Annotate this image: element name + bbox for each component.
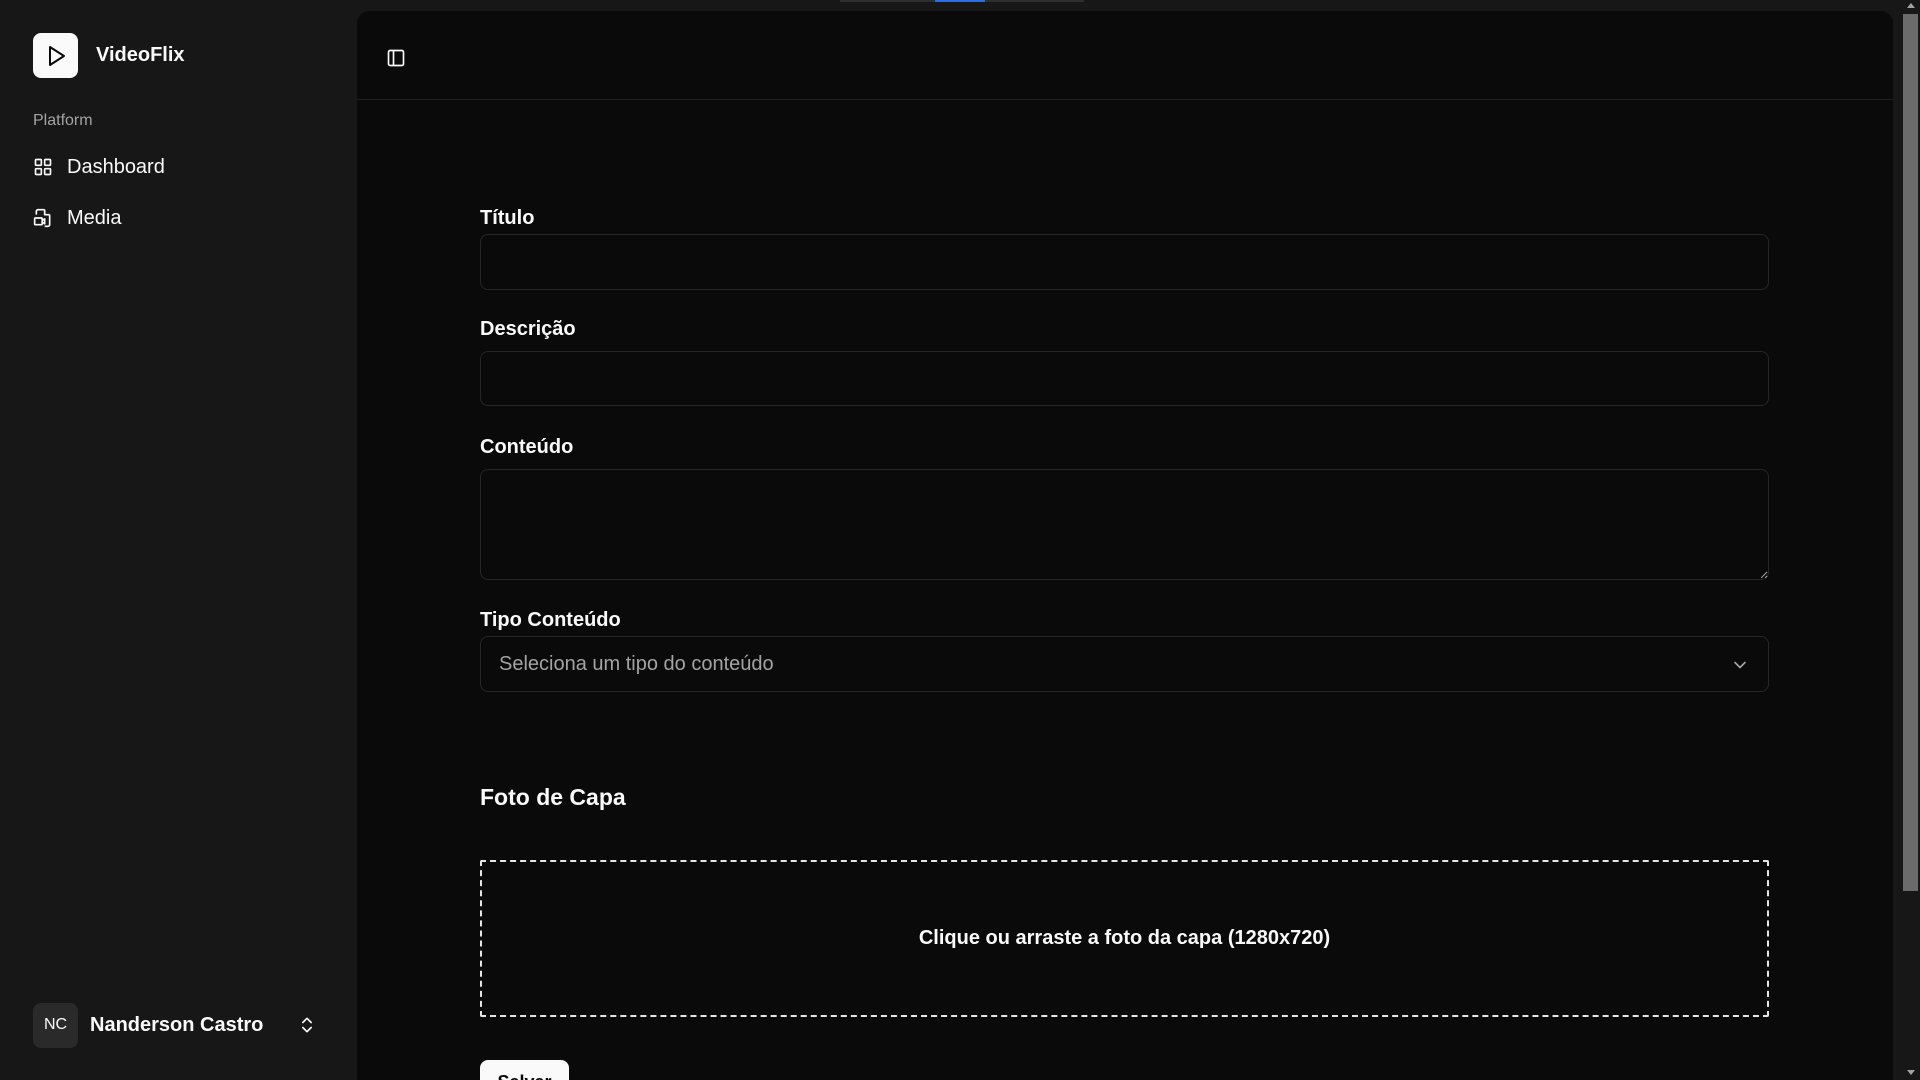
- save-button[interactable]: Salvar: [480, 1060, 569, 1080]
- avatar: NC: [33, 1002, 78, 1048]
- descricao-label: Descrição: [480, 318, 576, 340]
- play-icon: [33, 33, 78, 78]
- sidebar-item-label: Dashboard: [67, 155, 165, 178]
- sidebar-toggle-button[interactable]: [381, 43, 411, 73]
- dropzone-text: Clique ou arraste a foto da capa (1280x7…: [918, 927, 1331, 949]
- cover-section-title: Foto de Capa: [480, 784, 626, 810]
- media-file-icon: [33, 208, 53, 228]
- brand-name: VideoFlix: [96, 44, 185, 66]
- sidebar-item-media[interactable]: Media: [25, 196, 335, 240]
- sidebar: VideoFlix Platform Dashboard Media NC Na…: [0, 0, 357, 1080]
- user-name: Nanderson Castro: [90, 1013, 264, 1036]
- grid-icon: [33, 157, 53, 177]
- chevron-down-icon: [1730, 655, 1750, 675]
- conteudo-textarea[interactable]: [480, 469, 1769, 580]
- nav-group-label: Platform: [33, 112, 93, 129]
- tipo-conteudo-select[interactable]: Seleciona um tipo do conteúdo: [480, 636, 1769, 692]
- scroll-up-arrow-icon[interactable]: [1903, 0, 1918, 12]
- app: VideoFlix Platform Dashboard Media NC Na…: [0, 0, 1920, 1080]
- sidebar-item-label: Media: [67, 206, 122, 229]
- user-menu[interactable]: NC Nanderson Castro: [25, 1000, 335, 1050]
- scrollbar-thumb[interactable]: [1903, 14, 1918, 891]
- main-panel: Título Descrição Conteúdo Tipo Conteúdo …: [357, 11, 1893, 1080]
- select-placeholder: Seleciona um tipo do conteúdo: [499, 652, 774, 675]
- conteudo-label: Conteúdo: [480, 436, 574, 458]
- panel-left-icon: [386, 48, 406, 68]
- main-header: [357, 11, 1893, 100]
- scroll-down-arrow-icon[interactable]: [1903, 1066, 1918, 1078]
- tipo-conteudo-label: Tipo Conteúdo: [480, 609, 621, 631]
- titulo-label: Título: [480, 207, 535, 229]
- cover-dropzone[interactable]: Clique ou arraste a foto da capa (1280x7…: [480, 860, 1769, 1017]
- brand[interactable]: VideoFlix: [33, 33, 185, 78]
- top-progress-indicator: [935, 0, 985, 2]
- chevrons-up-down-icon: [297, 1015, 317, 1035]
- titulo-input[interactable]: [480, 234, 1769, 290]
- descricao-input[interactable]: [480, 351, 1769, 406]
- sidebar-item-dashboard[interactable]: Dashboard: [25, 145, 335, 189]
